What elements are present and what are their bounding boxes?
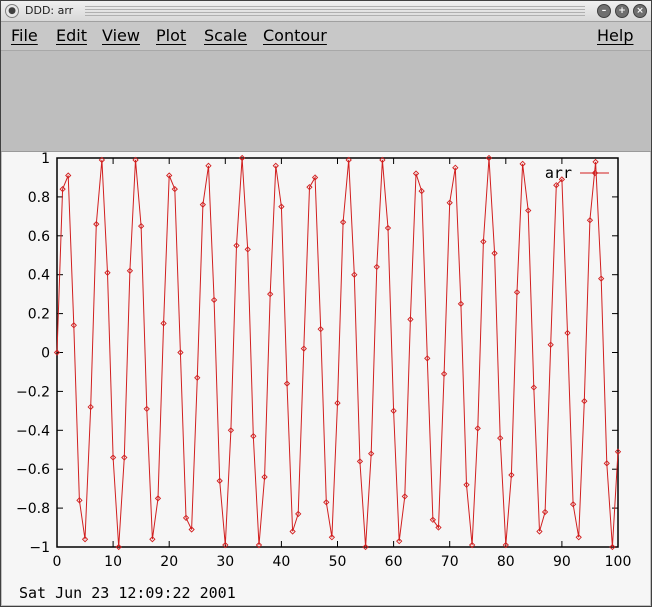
chart-axes: −1−0.8−0.6−0.4−0.200.20.40.60.810 10 20 30 4… [16, 152, 631, 570]
menu-help[interactable]: Help [597, 26, 633, 45]
x-tick-label: 60 [385, 554, 403, 570]
x-tick-label: 80 [497, 554, 515, 570]
x-tick-label: 40 [272, 554, 290, 570]
title-grip [85, 6, 585, 16]
toolbar-area [1, 51, 651, 152]
x-tick-label: 0 [53, 554, 62, 570]
legend-label: arr [545, 164, 572, 182]
window-menu-icon[interactable]: ● [5, 4, 19, 18]
y-tick-label: 0.4 [28, 268, 50, 284]
menu-scale[interactable]: Scale [204, 26, 247, 45]
x-tick-label: 100 [605, 554, 632, 570]
timestamp-label: Sat Jun 23 12:09:22 2001 [19, 584, 236, 602]
title-bar[interactable]: ● DDD: arr – + × [1, 1, 651, 22]
menu-plot[interactable]: Plot [156, 26, 186, 45]
menu-edit[interactable]: Edit [56, 26, 87, 45]
series-line-arr [56, 157, 619, 548]
y-tick-label: 0.8 [28, 190, 50, 206]
plot-area[interactable]: −1 −0.8 −0.6 −0.4 −0.2 0 0.2 0.4 0.6 0.8 1 0 10 20 30 4… [2, 152, 650, 605]
y-tick-label: −0.6 [16, 462, 50, 478]
y-tick-label: 0.2 [28, 307, 50, 323]
menu-view[interactable]: View [102, 26, 140, 45]
y-tick-label: 1 [41, 152, 50, 167]
chart-series [53, 154, 622, 551]
x-tick-label: 70 [441, 554, 459, 570]
ddd-window: ● DDD: arr – + × File Edit View Plot Sca… [0, 0, 652, 607]
menu-bar: File Edit View Plot Scale Contour Help [1, 22, 651, 51]
x-tick-label: 20 [160, 554, 178, 570]
y-tick-label: 0 [41, 346, 50, 362]
menu-file[interactable]: File [11, 26, 38, 45]
maximize-icon[interactable]: + [615, 4, 629, 18]
x-tick-label: 50 [329, 554, 347, 570]
x-tick-label: 10 [104, 554, 122, 570]
plot-frame [56, 157, 619, 548]
y-tick-label: −1 [29, 540, 50, 556]
y-tick-label: −0.8 [16, 501, 50, 517]
window-title: DDD: arr [25, 4, 74, 17]
y-tick-label: −0.2 [16, 384, 50, 400]
close-icon[interactable]: × [633, 4, 647, 18]
y-tick-label: −0.4 [16, 423, 50, 439]
line-chart[interactable]: −1−0.8−0.6−0.4−0.200.20.40.60.810 10 20 30 4… [2, 152, 650, 605]
chart-legend: arr [545, 164, 609, 182]
y-tick-label: 0.6 [28, 229, 50, 245]
minimize-icon[interactable]: – [597, 4, 611, 18]
x-tick-label: 90 [553, 554, 571, 570]
x-tick-label: 30 [216, 554, 234, 570]
menu-contour[interactable]: Contour [263, 26, 327, 45]
